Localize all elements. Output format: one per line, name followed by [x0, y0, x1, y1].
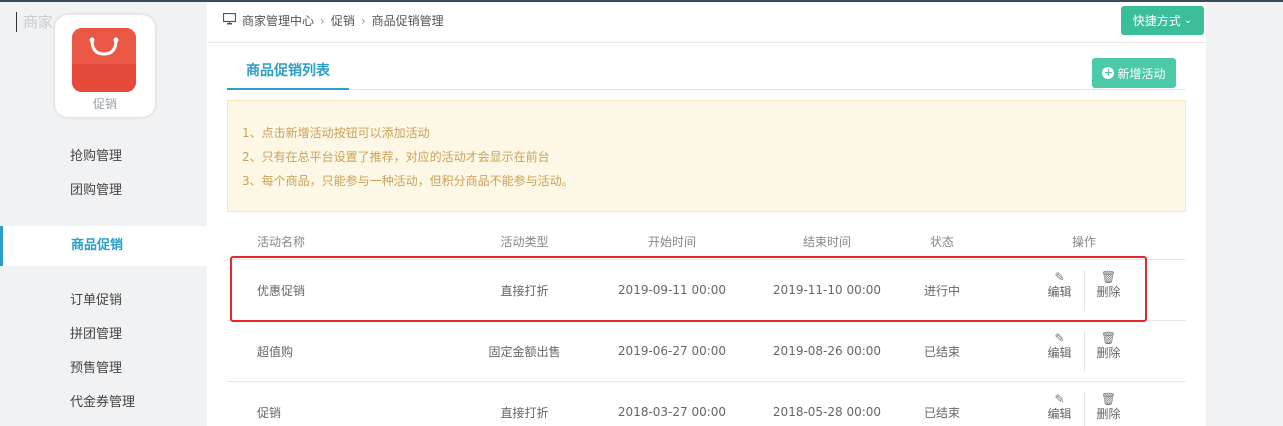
breadcrumb: 商家管理中心 › 促销 › 商品促销管理 [222, 10, 444, 32]
header-start: 开始时间 [647, 235, 696, 249]
table-row: 优惠促销 直接打折 2019-09-11 00:00 2019-11-10 00… [227, 260, 1186, 321]
sidebar-item-order-promotion[interactable]: 订单促销 [0, 284, 207, 318]
edit-icon: ✎ [1054, 270, 1065, 284]
shopping-bag-icon [72, 28, 136, 92]
cell-end: 2019-08-26 00:00 [772, 344, 882, 358]
sidebar-item-team-buy[interactable]: 拼团管理 [0, 318, 207, 352]
cell-actions: ✎ 编辑 🗑 删除 [982, 392, 1186, 426]
cell-start: 2019-06-27 00:00 [617, 344, 727, 358]
edit-icon: ✎ [1054, 392, 1065, 406]
notice-line: 1、点击新增活动按钮可以添加活动 [242, 126, 430, 140]
plus-circle-icon: + [1102, 66, 1115, 79]
edit-button[interactable]: ✎ 编辑 [1036, 392, 1084, 426]
delete-button[interactable]: 🗑 删除 [1085, 270, 1133, 310]
sidebar-item-product-promotion[interactable]: 商品促销 [0, 226, 207, 266]
header-name: 活动名称 [257, 235, 306, 249]
breadcrumb-merchant-center[interactable]: 商家管理中心 [242, 10, 314, 32]
add-activity-label: 新增活动 [1117, 66, 1166, 81]
breadcrumb-current: 商品促销管理 [371, 14, 444, 28]
cell-actions: ✎ 编辑 🗑 删除 [982, 270, 1186, 310]
sidebar-item-group-buy[interactable]: 团购管理 [0, 174, 207, 208]
chevron-down-icon: ⌄ [1183, 15, 1193, 26]
cell-end: 2019-11-10 00:00 [772, 283, 882, 297]
cell-type: 固定金额出售 [488, 344, 561, 359]
trash-icon: 🗑 [1100, 331, 1117, 345]
edit-button[interactable]: ✎ 编辑 [1036, 331, 1084, 371]
cell-actions: ✎ 编辑 🗑 删除 [982, 331, 1186, 371]
header-type: 活动类型 [500, 235, 549, 249]
monitor-icon [222, 10, 237, 32]
delete-label: 删除 [1096, 346, 1121, 360]
module-label: 促销 [92, 97, 117, 111]
notice-line: 2、只有在总平台设置了推荐，对应的活动才会显示在前台 [242, 150, 550, 164]
chevron-right-icon: › [320, 14, 325, 28]
delete-label: 删除 [1096, 285, 1121, 299]
notice-box: 1、点击新增活动按钮可以添加活动 2、只有在总平台设置了推荐，对应的活动才会显示… [227, 100, 1186, 212]
header-end: 结束时间 [802, 235, 851, 249]
sidebar-item-presale[interactable]: 预售管理 [0, 352, 207, 386]
delete-label: 删除 [1096, 407, 1121, 421]
promotion-table: 活动名称 活动类型 开始时间 结束时间 状态 操作 优惠促销 直接打折 2019… [227, 228, 1186, 426]
header-divider [207, 42, 1206, 43]
trash-icon: 🗑 [1100, 392, 1117, 406]
brand-text: 商家 [16, 12, 53, 32]
sidebar-nav: 抢购管理 团购管理 商品促销 订单促销 拼团管理 预售管理 代金券管理 [0, 140, 207, 420]
edit-label: 编辑 [1047, 407, 1072, 421]
promotion-module-card: 促销 [54, 14, 156, 118]
edit-button[interactable]: ✎ 编辑 [1036, 270, 1084, 310]
delete-button[interactable]: 🗑 删除 [1085, 331, 1133, 371]
tab-bar: 商品促销列表 [227, 58, 1186, 90]
shortcut-label: 快捷方式 [1132, 14, 1181, 28]
sidebar: 促销 抢购管理 团购管理 商品促销 订单促销 拼团管理 预售管理 代金券管理 [0, 2, 207, 426]
delete-button[interactable]: 🗑 删除 [1085, 392, 1133, 426]
table-header: 活动名称 活动类型 开始时间 结束时间 状态 操作 [227, 228, 1186, 260]
cell-start: 2019-09-11 00:00 [617, 283, 727, 297]
chevron-right-icon: › [360, 14, 366, 28]
cell-name: 超值购 [257, 344, 294, 359]
edit-icon: ✎ [1054, 331, 1065, 345]
header-status: 状态 [929, 235, 954, 249]
cell-status: 进行中 [923, 283, 960, 298]
main-panel: 商家管理中心 › 促销 › 商品促销管理 商品促销列表 + 新增活动 1、点击新… [207, 2, 1206, 426]
add-activity-button[interactable]: + 新增活动 [1092, 58, 1176, 88]
cell-type: 直接打折 [500, 405, 549, 420]
cell-type: 直接打折 [500, 283, 549, 298]
cell-end: 2018-05-28 00:00 [772, 405, 882, 419]
edit-label: 编辑 [1047, 346, 1072, 360]
edit-label: 编辑 [1047, 285, 1072, 299]
cell-status: 已结束 [923, 405, 960, 420]
shortcut-menu-button[interactable]: 快捷方式 ⌄ [1121, 6, 1204, 35]
breadcrumb-promotion[interactable]: 促销 [331, 10, 355, 32]
cell-name: 优惠促销 [257, 283, 306, 298]
trash-icon: 🗑 [1100, 270, 1117, 284]
cell-start: 2018-03-27 00:00 [617, 405, 727, 419]
notice-line: 3、每个商品，只能参与一种活动，但积分商品不能参与活动。 [242, 174, 574, 188]
cell-status: 已结束 [923, 344, 960, 359]
sidebar-item-voucher[interactable]: 代金券管理 [0, 386, 207, 420]
table-row: 超值购 固定金额出售 2019-06-27 00:00 2019-08-26 0… [227, 321, 1186, 382]
cell-name: 促销 [257, 405, 282, 420]
sidebar-item-flash-sale[interactable]: 抢购管理 [0, 140, 207, 174]
table-row: 促销 直接打折 2018-03-27 00:00 2018-05-28 00:0… [227, 382, 1186, 426]
header-actions: 操作 [1071, 235, 1096, 249]
tab-product-promotion-list[interactable]: 商品促销列表 [227, 58, 349, 90]
